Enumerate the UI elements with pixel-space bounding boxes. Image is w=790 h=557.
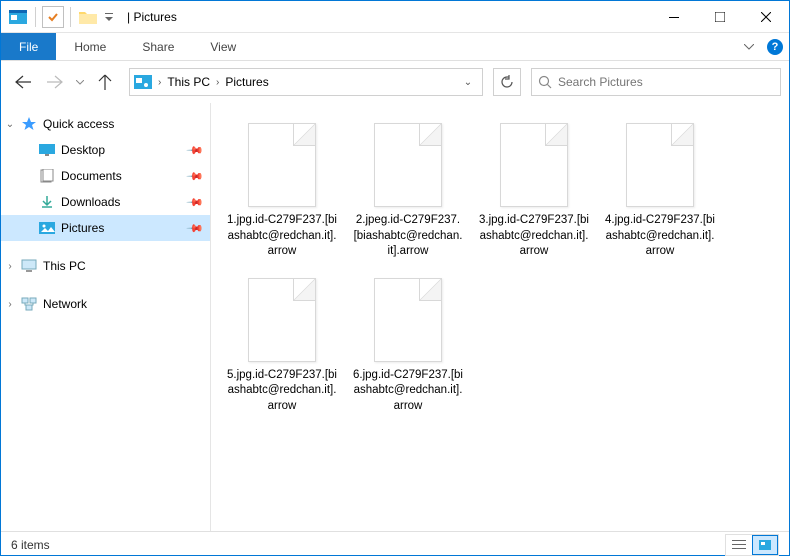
sidebar-label-this-pc: This PC: [39, 259, 202, 273]
up-button[interactable]: [91, 68, 119, 96]
sidebar-item-network[interactable]: › Network: [1, 291, 210, 317]
tab-view[interactable]: View: [192, 33, 254, 60]
file-list[interactable]: 1.jpg.id-C279F237.[biashabtc@redchan.it]…: [211, 103, 789, 531]
file-thumbnail: [626, 123, 694, 207]
chevron-down-icon[interactable]: ⌄: [1, 119, 19, 130]
file-item[interactable]: 5.jpg.id-C279F237.[biashabtc@redchan.it]…: [223, 274, 341, 419]
sidebar-item-downloads[interactable]: Downloads 📌: [1, 189, 210, 215]
file-thumbnail: [248, 278, 316, 362]
status-item-count: 6 items: [11, 538, 50, 552]
help-icon: ?: [767, 39, 783, 55]
window-title: | Pictures: [121, 10, 651, 24]
sidebar-item-quick-access[interactable]: ⌄ Quick access: [1, 111, 210, 137]
file-name-label: 2.jpeg.id-C279F237.[biashabtc@redchan.it…: [353, 213, 463, 260]
file-item[interactable]: 3.jpg.id-C279F237.[biashabtc@redchan.it]…: [475, 119, 593, 264]
sidebar-label-quick-access: Quick access: [39, 117, 202, 131]
file-item[interactable]: 4.jpg.id-C279F237.[biashabtc@redchan.it]…: [601, 119, 719, 264]
chevron-right-icon[interactable]: ›: [1, 299, 19, 310]
file-name-label: 6.jpg.id-C279F237.[biashabtc@redchan.it]…: [353, 368, 463, 415]
downloads-icon: [37, 195, 57, 209]
file-item[interactable]: 6.jpg.id-C279F237.[biashabtc@redchan.it]…: [349, 274, 467, 419]
network-icon: [19, 297, 39, 311]
pictures-icon: [37, 222, 57, 234]
minimize-button[interactable]: [651, 2, 697, 32]
back-button[interactable]: [9, 68, 37, 96]
chevron-right-icon[interactable]: ›: [216, 77, 219, 88]
file-item[interactable]: 1.jpg.id-C279F237.[biashabtc@redchan.it]…: [223, 119, 341, 264]
this-pc-icon: [19, 259, 39, 273]
desktop-icon: [37, 144, 57, 156]
search-icon: [538, 75, 552, 89]
quick-access-toolbar: [1, 6, 121, 28]
sidebar-item-this-pc[interactable]: › This PC: [1, 253, 210, 279]
file-name-label: 1.jpg.id-C279F237.[biashabtc@redchan.it]…: [227, 213, 337, 260]
close-button[interactable]: [743, 2, 789, 32]
sidebar-label: Desktop: [57, 143, 188, 157]
app-icon[interactable]: [7, 6, 29, 28]
window-titlebar: | Pictures: [1, 1, 789, 33]
main-area: ⌄ Quick access Desktop 📌 Documents 📌: [1, 103, 789, 531]
tab-share[interactable]: Share: [124, 33, 192, 60]
sidebar-item-pictures[interactable]: Pictures 📌: [1, 215, 210, 241]
maximize-button[interactable]: [697, 2, 743, 32]
forward-button[interactable]: [41, 68, 69, 96]
search-box[interactable]: [531, 68, 781, 96]
ribbon-tabs: File Home Share View ?: [1, 33, 789, 61]
breadcrumb-item-this-pc[interactable]: This PC: [167, 75, 210, 89]
sidebar-label: Pictures: [57, 221, 188, 235]
checkbox-properties-icon[interactable]: [42, 6, 64, 28]
chevron-right-icon[interactable]: ›: [1, 261, 19, 272]
file-thumbnail: [248, 123, 316, 207]
view-mode-toggle: [725, 534, 779, 556]
pin-icon: 📌: [186, 167, 205, 186]
folder-icon[interactable]: [77, 6, 99, 28]
expand-ribbon-icon[interactable]: [737, 33, 761, 60]
pin-icon: 📌: [186, 141, 205, 160]
breadcrumb-dropdown-icon[interactable]: ⌄: [458, 77, 478, 88]
tab-home[interactable]: Home: [56, 33, 124, 60]
star-icon: [19, 116, 39, 132]
file-thumbnail: [374, 123, 442, 207]
qat-separator: [70, 7, 71, 27]
recent-locations-dropdown[interactable]: [73, 68, 87, 96]
help-button[interactable]: ?: [761, 33, 789, 60]
details-view-button[interactable]: [726, 535, 752, 555]
sidebar-label-network: Network: [39, 297, 202, 311]
breadcrumb[interactable]: › This PC › Pictures ⌄: [129, 68, 483, 96]
documents-icon: [37, 169, 57, 183]
file-thumbnail: [374, 278, 442, 362]
pin-icon: 📌: [186, 219, 205, 238]
sidebar-item-desktop[interactable]: Desktop 📌: [1, 137, 210, 163]
navigation-pane: ⌄ Quick access Desktop 📌 Documents 📌: [1, 103, 211, 531]
file-name-label: 5.jpg.id-C279F237.[biashabtc@redchan.it]…: [227, 368, 337, 415]
thumbnails-view-button[interactable]: [752, 535, 778, 555]
file-name-label: 3.jpg.id-C279F237.[biashabtc@redchan.it]…: [479, 213, 589, 260]
pictures-location-icon: [134, 73, 152, 91]
sidebar-label: Documents: [57, 169, 188, 183]
file-tab[interactable]: File: [1, 33, 56, 60]
status-bar: 6 items: [1, 531, 789, 557]
qat-separator: [35, 7, 36, 27]
file-item[interactable]: 2.jpeg.id-C279F237.[biashabtc@redchan.it…: [349, 119, 467, 264]
refresh-button[interactable]: [493, 68, 521, 96]
sidebar-label: Downloads: [57, 195, 188, 209]
chevron-right-icon[interactable]: ›: [158, 77, 161, 88]
file-name-label: 4.jpg.id-C279F237.[biashabtc@redchan.it]…: [605, 213, 715, 260]
navigation-bar: › This PC › Pictures ⌄: [1, 61, 789, 103]
breadcrumb-item-pictures[interactable]: Pictures: [225, 75, 268, 89]
qat-dropdown-icon[interactable]: [103, 6, 115, 28]
pin-icon: 📌: [186, 193, 205, 212]
search-input[interactable]: [558, 75, 774, 89]
sidebar-item-documents[interactable]: Documents 📌: [1, 163, 210, 189]
file-thumbnail: [500, 123, 568, 207]
window-controls: [651, 2, 789, 32]
